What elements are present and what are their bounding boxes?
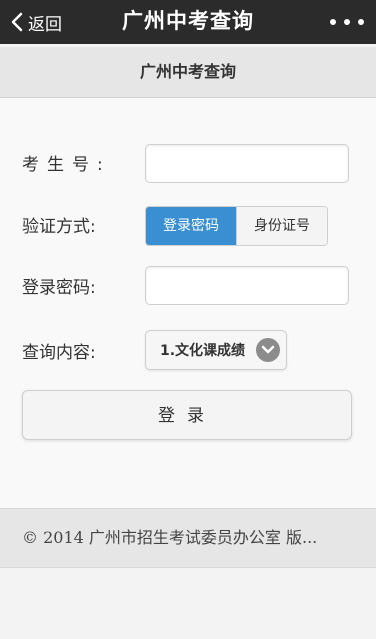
query-content-value: 1.文化课成绩	[160, 343, 246, 359]
exam-number-label: 考生号:	[22, 155, 111, 175]
auth-method-toggle: 登录密码 身份证号	[145, 206, 328, 246]
query-form: 考生号: 验证方式: 登录密码 身份证号 登录密码: 查询内容: 1.文化课成绩…	[0, 98, 376, 508]
chevron-left-icon	[6, 0, 28, 44]
login-button[interactable]: 登录	[22, 390, 352, 440]
exam-number-input[interactable]	[145, 144, 349, 183]
auth-option-id-number[interactable]: 身份证号	[236, 207, 327, 245]
auth-method-label: 验证方式:	[22, 217, 96, 237]
top-app-bar: 返回 广州中考查询	[0, 0, 376, 44]
more-dot	[344, 19, 350, 25]
password-label: 登录密码:	[22, 278, 96, 298]
query-content-label: 查询内容:	[22, 343, 96, 363]
back-label: 返回	[28, 14, 62, 35]
more-dot	[358, 19, 364, 25]
copyright-footer: © 2014 广州市招生考试委员办公室 版...	[0, 508, 376, 568]
query-content-select[interactable]: 1.文化课成绩	[145, 330, 287, 370]
auth-option-password[interactable]: 登录密码	[146, 207, 236, 245]
back-button[interactable]: 返回	[6, 0, 62, 44]
page-title: 广州中考查询	[0, 47, 376, 98]
chevron-down-icon	[256, 338, 280, 362]
more-icon[interactable]	[330, 0, 364, 44]
password-input[interactable]	[145, 266, 349, 305]
more-dot	[330, 19, 336, 25]
